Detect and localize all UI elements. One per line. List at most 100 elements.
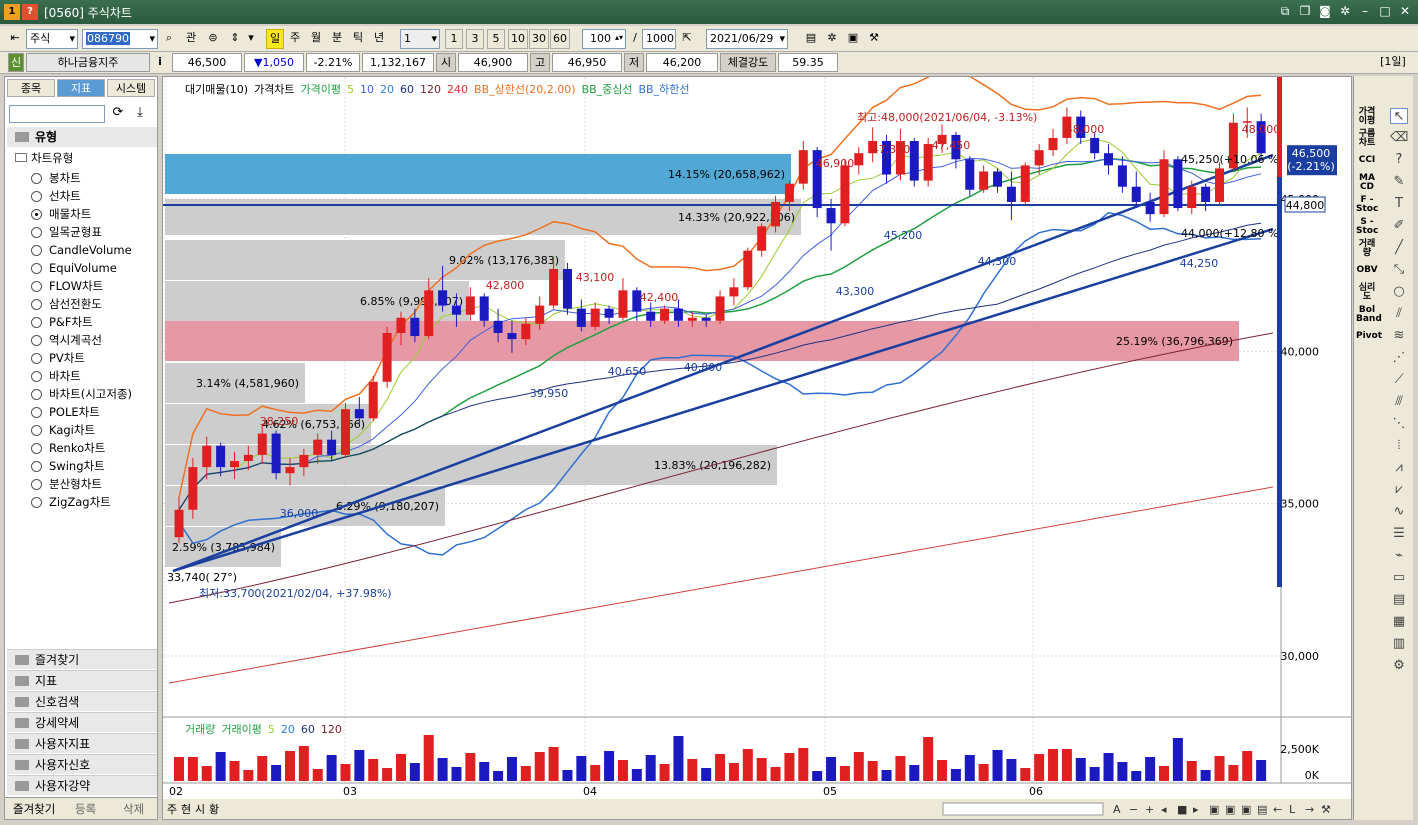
help-icon[interactable]: ? (22, 4, 38, 20)
interval-select[interactable]: 1 ▾ (400, 29, 440, 49)
count-input[interactable]: 100 ▴▾ (582, 29, 626, 49)
chart-area[interactable]: 14.15% (20,658,962) 14.33% (20,922,506) 9.… (162, 69, 1352, 820)
chart-type-group[interactable]: 차트유형 (11, 149, 151, 167)
quick-interval-1[interactable]: 1 (445, 29, 463, 49)
chart-type-radio[interactable] (31, 425, 42, 436)
andrews-icon[interactable]: ⩘ (1390, 460, 1408, 476)
chart-type-radio[interactable] (31, 299, 42, 310)
speed-line-icon[interactable]: ⋱ (1390, 416, 1408, 432)
chart-nav-icon[interactable]: ← (1273, 803, 1282, 816)
minimize-icon[interactable]: – (1358, 4, 1372, 18)
maximize-icon[interactable]: □ (1378, 4, 1392, 18)
chart-nav-icon[interactable]: ▣ (1209, 803, 1219, 816)
tools-icon[interactable]: ⚒ (865, 29, 883, 49)
folder-item[interactable]: 신호검색 (7, 691, 157, 711)
tool-fast-stoch[interactable]: F - Stoc (1356, 196, 1378, 214)
refresh-icon[interactable]: ⟳ (109, 105, 127, 123)
cursor-icon[interactable]: ↖ (1390, 108, 1408, 124)
folder-item[interactable]: 즐겨찾기 (7, 649, 157, 669)
quick-interval-30[interactable]: 30 (529, 29, 549, 49)
tab-stock[interactable]: 종목 (7, 79, 55, 97)
wrench-icon[interactable]: ⚙ (1390, 658, 1408, 674)
dropdown-icon[interactable]: ▾ (246, 29, 256, 49)
chart-type-item[interactable]: ZigZag차트 (49, 493, 111, 511)
chart-type-item[interactable]: 역시계곡선 (49, 331, 102, 349)
folder-item[interactable]: 사용자강약 (7, 775, 157, 795)
chart-nav-icon[interactable]: − (1129, 803, 1138, 816)
help-icon[interactable]: ? (1390, 152, 1408, 168)
chart-type-item[interactable]: 선차트 (49, 187, 81, 205)
copy-icon[interactable]: ❐ (1298, 4, 1312, 18)
price-chart[interactable]: 14.15% (20,658,962)14.33% (20,922,506)9.… (163, 69, 1351, 819)
chart-type-radio[interactable] (31, 317, 42, 328)
period-year[interactable]: 년 (370, 29, 388, 49)
download-icon[interactable]: ⤓ (131, 105, 149, 123)
list-icon[interactable]: ▥ (1390, 636, 1408, 652)
quick-interval-3[interactable]: 3 (466, 29, 484, 49)
gear-icon[interactable]: ✲ (1338, 4, 1352, 18)
chart-type-item[interactable]: 봉차트 (49, 169, 81, 187)
wave-icon[interactable]: ∿ (1390, 504, 1408, 520)
quick-interval-10[interactable]: 10 (508, 29, 528, 49)
chart-type-item[interactable]: FLOW차트 (49, 277, 103, 295)
chart-nav-icon[interactable]: ■ (1177, 803, 1187, 816)
tool-cci[interactable]: CCI (1356, 156, 1378, 165)
chart-type-radio[interactable] (31, 353, 42, 364)
cycle-icon[interactable]: ⦙ (1390, 438, 1408, 454)
chart-nav-icon[interactable]: ▣ (1225, 803, 1235, 816)
channel-icon[interactable]: ⫽ (1390, 306, 1408, 322)
favorites-tab[interactable]: 즐겨찾기 (13, 801, 55, 817)
tool-pivot[interactable]: Pivot (1356, 332, 1382, 341)
chart-type-radio[interactable] (31, 227, 42, 238)
chart-type-radio[interactable] (31, 497, 42, 508)
updown-icon[interactable]: ⇕ (226, 29, 244, 49)
chart-icon[interactable]: ▦ (1390, 614, 1408, 630)
bottom-mode-button[interactable]: 황 (209, 803, 219, 816)
watch-button[interactable]: 관 (182, 29, 200, 49)
tool-bollinger[interactable]: Bol Band (1356, 306, 1382, 324)
chart-type-item[interactable]: P&F차트 (49, 313, 93, 331)
chart-type-item[interactable]: 바차트(시고저종) (49, 385, 132, 403)
chart-type-radio[interactable] (31, 479, 42, 490)
chart-type-item[interactable]: Swing차트 (49, 457, 105, 475)
tab-indicator[interactable]: 지표 (57, 79, 105, 97)
tool-price-disparity[interactable]: 가격 이평 (1356, 108, 1378, 126)
chart-type-radio[interactable] (31, 461, 42, 472)
auto-icon[interactable]: ⌁ (1390, 548, 1408, 564)
period-day[interactable]: 일 (266, 29, 284, 49)
folder-item[interactable]: 지표 (7, 670, 157, 690)
chart-nav-icon[interactable]: + (1145, 803, 1154, 816)
chart-nav-icon[interactable]: ⚒ (1321, 803, 1331, 816)
chart-type-radio[interactable] (31, 173, 42, 184)
link-icon[interactable]: ⧉ (1278, 4, 1292, 18)
chart-nav-icon[interactable]: L (1289, 803, 1296, 816)
chart-type-item[interactable]: 삼선전환도 (49, 295, 102, 313)
tool-obv[interactable]: OBV (1356, 266, 1378, 275)
tab-system[interactable]: 시스템 (107, 79, 155, 97)
chart-type-radio[interactable] (31, 443, 42, 454)
chart-type-item[interactable]: EquiVolume (49, 259, 117, 277)
chart-type-radio[interactable] (31, 209, 42, 220)
chart-type-radio[interactable] (31, 191, 42, 202)
market-select[interactable]: 주식 ▾ (26, 29, 78, 49)
period-month[interactable]: 월 (307, 29, 325, 49)
tool-psychology[interactable]: 심리 도 (1356, 284, 1378, 302)
gear-icon[interactable]: ✲ (823, 29, 841, 49)
chart-nav-icon[interactable]: A (1113, 803, 1121, 816)
chart-type-item[interactable]: POLE차트 (49, 403, 100, 421)
delete-button[interactable]: 삭제 (123, 801, 144, 817)
tool-slow-stoch[interactable]: S - Stoc (1356, 218, 1378, 236)
period-week[interactable]: 주 (286, 29, 304, 49)
period-tick[interactable]: 틱 (349, 29, 367, 49)
chart-nav-icon[interactable]: ▸ (1193, 803, 1199, 816)
bottom-mode-button[interactable]: 현 (181, 803, 191, 816)
chart-type-radio[interactable] (31, 335, 42, 346)
tool-ichimoku[interactable]: 구름 차트 (1356, 130, 1378, 148)
search-icon[interactable]: ⌕ (160, 29, 178, 49)
chart-nav-icon[interactable]: ▤ (1257, 803, 1267, 816)
prev-stock-icon[interactable]: ⇤ (6, 29, 24, 49)
hline-icon[interactable]: ☰ (1390, 526, 1408, 542)
tool-volume[interactable]: 거래 량 (1356, 240, 1378, 258)
chart-nav-icon[interactable]: ◂ (1161, 803, 1167, 816)
period-minute[interactable]: 분 (328, 29, 346, 49)
